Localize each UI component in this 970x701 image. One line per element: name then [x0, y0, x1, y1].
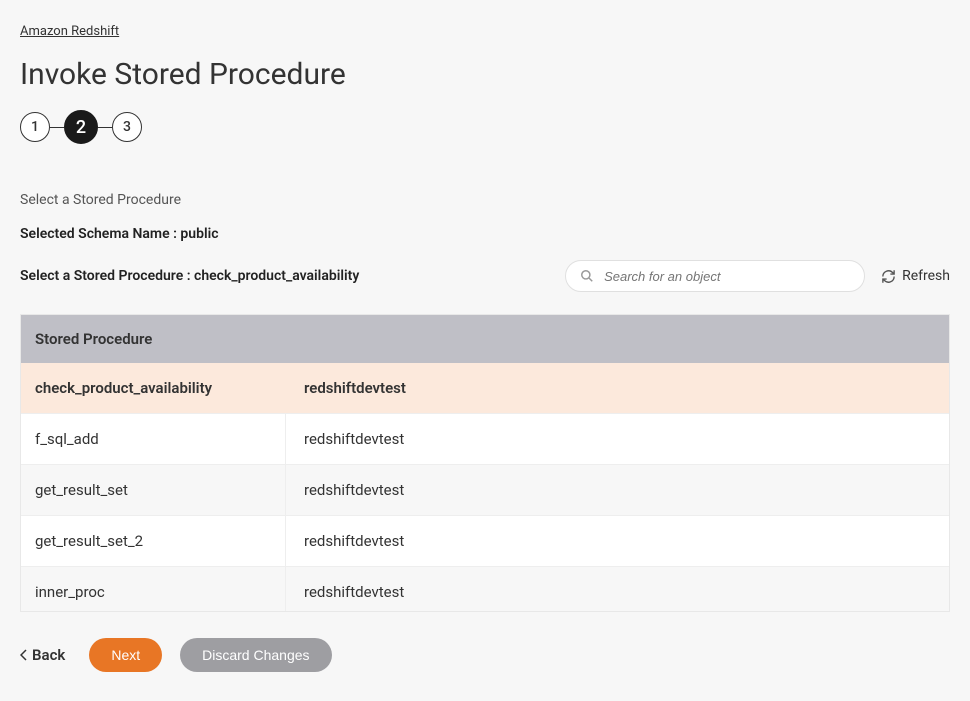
procedure-db-cell: redshiftdevtest — [286, 516, 949, 566]
procedure-table: Stored Procedure check_product_availabil… — [20, 314, 950, 612]
search-box[interactable] — [565, 260, 865, 292]
selected-procedure-label: Select a Stored Procedure : check_produc… — [20, 268, 359, 284]
procedure-name-cell: get_result_set — [21, 465, 286, 515]
selected-schema: Selected Schema Name : public — [20, 226, 950, 242]
procedure-db-cell: redshiftdevtest — [286, 414, 949, 464]
procedure-db-cell: redshiftdevtest — [286, 363, 949, 413]
procedure-db-cell: redshiftdevtest — [286, 567, 949, 611]
table-row[interactable]: get_result_setredshiftdevtest — [21, 465, 949, 516]
stepper: 1 2 3 — [20, 110, 950, 144]
discard-button[interactable]: Discard Changes — [180, 638, 331, 672]
refresh-button[interactable]: Refresh — [881, 268, 950, 284]
search-input[interactable] — [604, 269, 850, 284]
next-button[interactable]: Next — [89, 638, 162, 672]
step-2[interactable]: 2 — [64, 110, 98, 144]
table-row[interactable]: inner_procredshiftdevtest — [21, 567, 949, 611]
back-button[interactable]: Back — [20, 646, 71, 664]
table-row[interactable]: get_result_set_2redshiftdevtest — [21, 516, 949, 567]
page-title: Invoke Stored Procedure — [20, 57, 950, 92]
table-header: Stored Procedure — [21, 315, 949, 363]
step-connector — [98, 127, 112, 128]
procedure-db-cell: redshiftdevtest — [286, 465, 949, 515]
table-row[interactable]: f_sql_addredshiftdevtest — [21, 414, 949, 465]
breadcrumb[interactable]: Amazon Redshift — [20, 24, 119, 39]
table-row[interactable]: check_product_availabilityredshiftdevtes… — [21, 363, 949, 414]
back-label: Back — [32, 646, 65, 664]
procedure-name-cell: check_product_availability — [21, 363, 286, 413]
footer: Back Next Discard Changes — [20, 638, 950, 672]
procedure-name-cell: get_result_set_2 — [21, 516, 286, 566]
refresh-icon — [881, 269, 896, 284]
search-icon — [580, 269, 594, 283]
procedure-name-cell: f_sql_add — [21, 414, 286, 464]
chevron-left-icon — [20, 649, 28, 661]
refresh-label: Refresh — [902, 268, 950, 284]
table-body[interactable]: check_product_availabilityredshiftdevtes… — [21, 363, 949, 611]
procedure-name-cell: inner_proc — [21, 567, 286, 611]
step-connector — [50, 127, 64, 128]
section-label: Select a Stored Procedure — [20, 192, 950, 208]
step-1[interactable]: 1 — [20, 112, 50, 142]
step-3[interactable]: 3 — [112, 112, 142, 142]
